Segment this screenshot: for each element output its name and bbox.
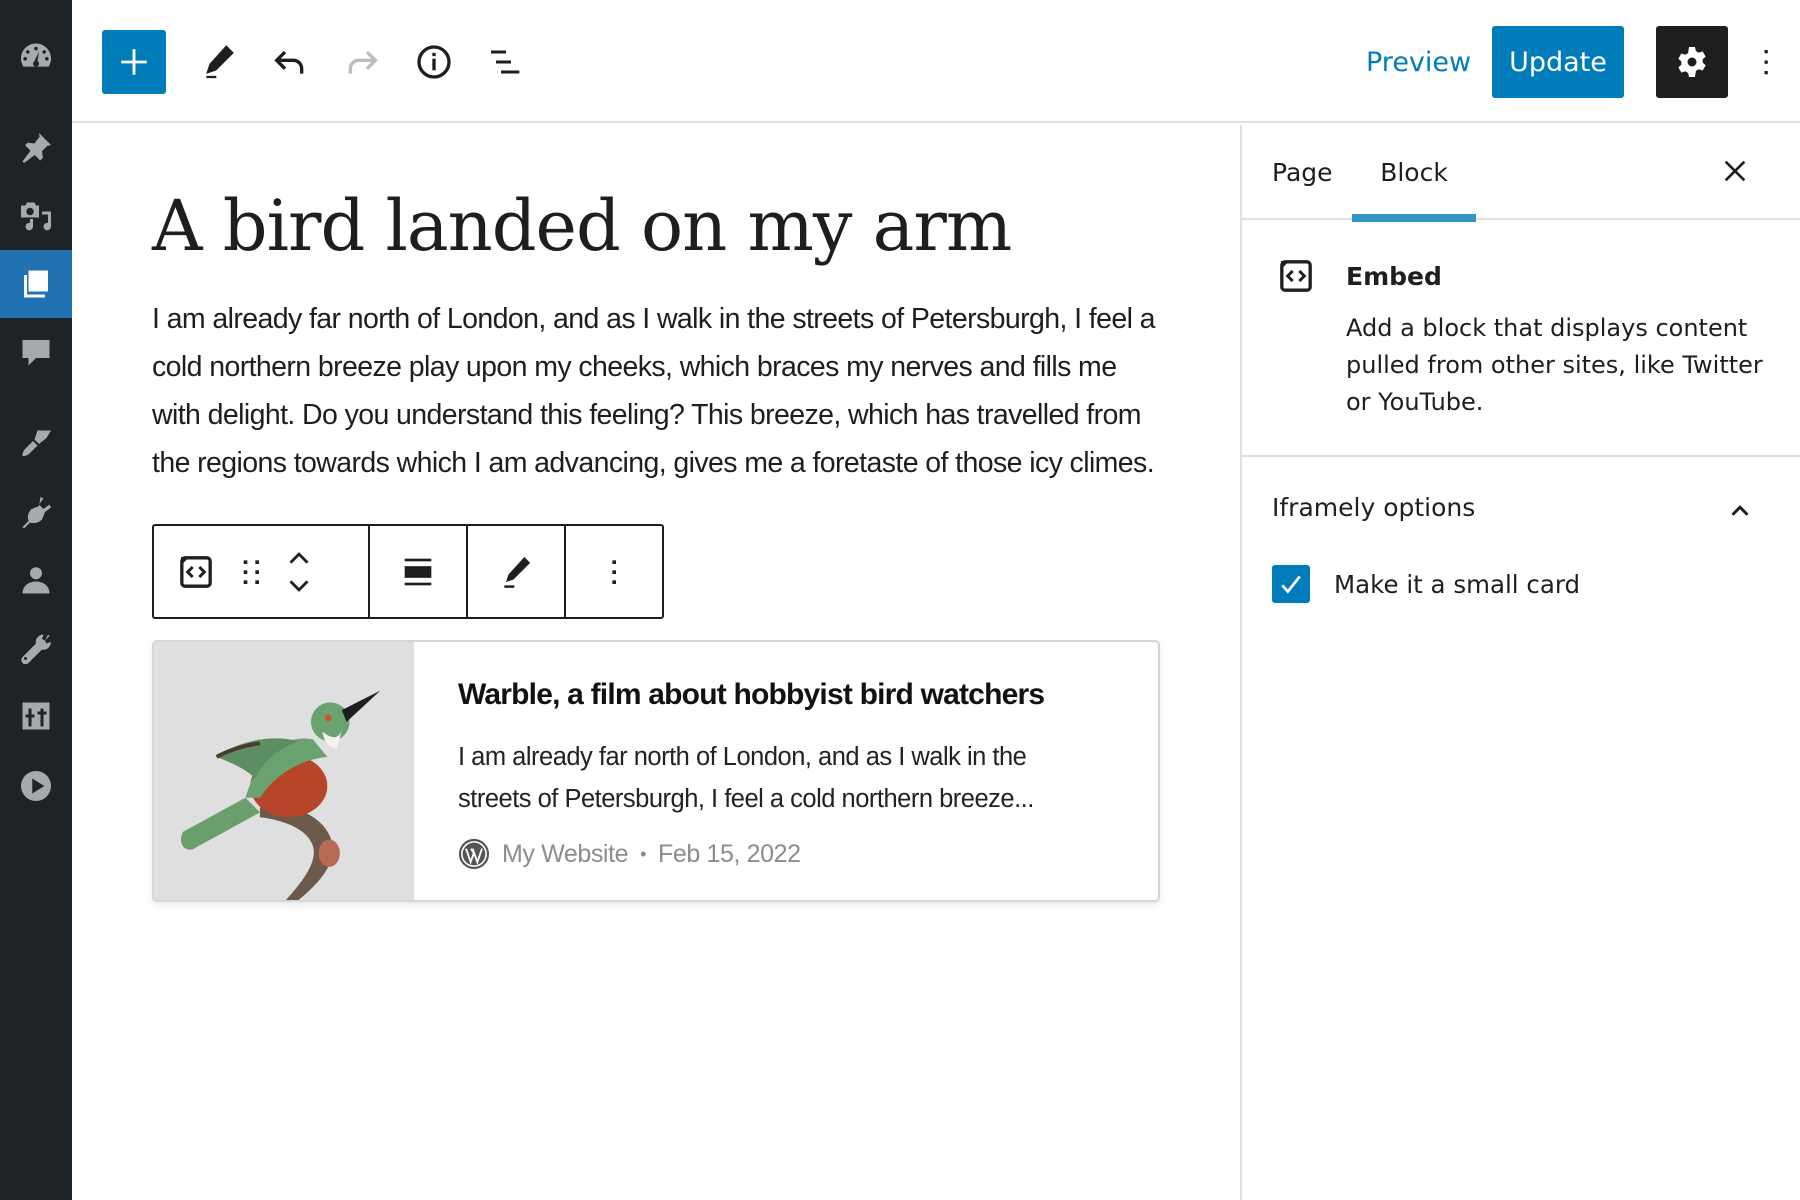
move-down-button[interactable] — [282, 572, 316, 602]
move-up-icon — [289, 551, 309, 564]
admin-menu-dashboard[interactable] — [0, 23, 72, 91]
card-body: Warble, a film about hobbyist bird watch… — [414, 642, 1058, 900]
details-button[interactable] — [404, 32, 464, 92]
small-card-checkbox[interactable] — [1272, 565, 1310, 603]
block-toolbar — [152, 524, 664, 619]
card-date: Feb 15, 2022 — [658, 839, 801, 868]
play-icon — [21, 771, 51, 801]
drag-handle[interactable] — [232, 552, 272, 592]
admin-sidebar — [0, 0, 72, 1200]
plus-icon — [121, 49, 147, 75]
block-toolbar-group-parent — [154, 526, 370, 617]
more-options-icon — [612, 559, 616, 584]
tab-block[interactable]: Block — [1352, 125, 1476, 222]
dashboard-icon — [21, 43, 51, 67]
block-toolbar-group-edit — [468, 526, 566, 617]
card-thumbnail — [154, 642, 414, 900]
more-menu-button[interactable] — [1742, 26, 1790, 98]
admin-menu-settings[interactable] — [0, 682, 72, 750]
pin-icon — [22, 133, 51, 163]
align-button[interactable] — [398, 552, 438, 592]
card-site-name: My Website — [502, 839, 629, 868]
block-inserter-button[interactable] — [102, 30, 166, 94]
settings-sidebar: Page Block Embed Add a block that displa… — [1240, 125, 1800, 1200]
small-card-label[interactable]: Make it a small card — [1334, 570, 1580, 599]
pages-icon — [24, 270, 48, 298]
sliders-icon — [22, 702, 50, 730]
paragraph-block[interactable]: I am already far north of London, and as… — [152, 295, 1172, 487]
admin-menu-tools[interactable] — [0, 614, 72, 682]
undo-button[interactable] — [260, 32, 320, 92]
iframely-panel-toggle[interactable] — [1720, 491, 1760, 531]
move-down-icon — [289, 579, 309, 592]
chevron-up-icon — [1731, 505, 1749, 516]
wrench-icon — [21, 634, 51, 665]
hummingbird-illustration — [154, 642, 414, 900]
undo-icon — [274, 50, 304, 74]
move-up-button[interactable] — [282, 542, 316, 572]
user-icon — [22, 567, 50, 594]
embed-block-icon — [1280, 260, 1312, 292]
block-toolbar-group-align — [370, 526, 468, 617]
admin-menu-plugins[interactable] — [0, 478, 72, 546]
editor-header: Preview Update — [72, 0, 1800, 123]
wordpress-logo-icon — [458, 838, 490, 870]
small-card-option: Make it a small card — [1272, 565, 1580, 603]
post-title[interactable]: A bird landed on my arm — [152, 185, 1012, 267]
tools-button[interactable] — [188, 32, 248, 92]
iframely-options-panel: Iframely options Make it a small card — [1242, 457, 1800, 637]
list-view-icon — [491, 50, 520, 74]
block-toolbar-group-more — [566, 526, 662, 617]
admin-menu-media[interactable] — [0, 182, 72, 250]
settings-button[interactable] — [1656, 26, 1728, 98]
media-icon — [21, 202, 52, 231]
info-icon — [417, 45, 451, 79]
block-options-button[interactable] — [594, 552, 634, 592]
block-card-description: Add a block that displays content pulled… — [1346, 314, 1763, 416]
card-meta-separator: • — [640, 843, 647, 864]
checkmark-icon — [1281, 575, 1301, 594]
gear-icon — [1678, 47, 1706, 77]
block-card-title: Embed — [1346, 262, 1442, 291]
redo-icon — [348, 50, 378, 74]
card-title[interactable]: Warble, a film about hobbyist bird watch… — [458, 678, 1058, 712]
admin-menu-appearance[interactable] — [0, 410, 72, 478]
iframely-options-title[interactable]: Iframely options — [1272, 493, 1475, 522]
embed-block-icon — [180, 555, 212, 588]
block-mover — [282, 542, 316, 602]
tab-page[interactable]: Page — [1272, 125, 1333, 220]
drag-handle-icon — [243, 559, 259, 584]
comment-icon — [22, 340, 50, 366]
update-button[interactable]: Update — [1492, 26, 1624, 98]
close-icon — [1724, 160, 1746, 182]
admin-menu-users[interactable] — [0, 546, 72, 614]
embed-preview-card[interactable]: Warble, a film about hobbyist bird watch… — [152, 640, 1160, 902]
sidebar-tabs: Page Block — [1242, 125, 1800, 222]
card-meta: My Website • Feb 15, 2022 — [458, 838, 1058, 870]
admin-menu-posts[interactable] — [0, 114, 72, 182]
align-icon — [404, 558, 432, 585]
list-view-button[interactable] — [476, 32, 536, 92]
admin-menu-comments[interactable] — [0, 318, 72, 386]
pencil-icon — [206, 45, 234, 79]
card-description: I am already far north of London, and as… — [458, 743, 1034, 813]
editor-canvas: A bird landed on my arm I am already far… — [72, 125, 1240, 1200]
brush-icon — [22, 430, 51, 456]
edit-url-icon — [504, 556, 531, 588]
more-vertical-icon — [1764, 50, 1768, 75]
redo-button[interactable] — [332, 32, 392, 92]
plugin-icon — [22, 497, 51, 529]
edit-url-button[interactable] — [496, 552, 536, 592]
preview-button[interactable]: Preview — [1354, 26, 1483, 98]
admin-menu-pages[interactable] — [0, 250, 72, 318]
block-card: Embed Add a block that displays content … — [1242, 220, 1800, 457]
close-settings-button[interactable] — [1715, 151, 1755, 191]
block-type-switcher[interactable] — [176, 552, 216, 592]
admin-menu-collapse[interactable] — [0, 752, 72, 820]
